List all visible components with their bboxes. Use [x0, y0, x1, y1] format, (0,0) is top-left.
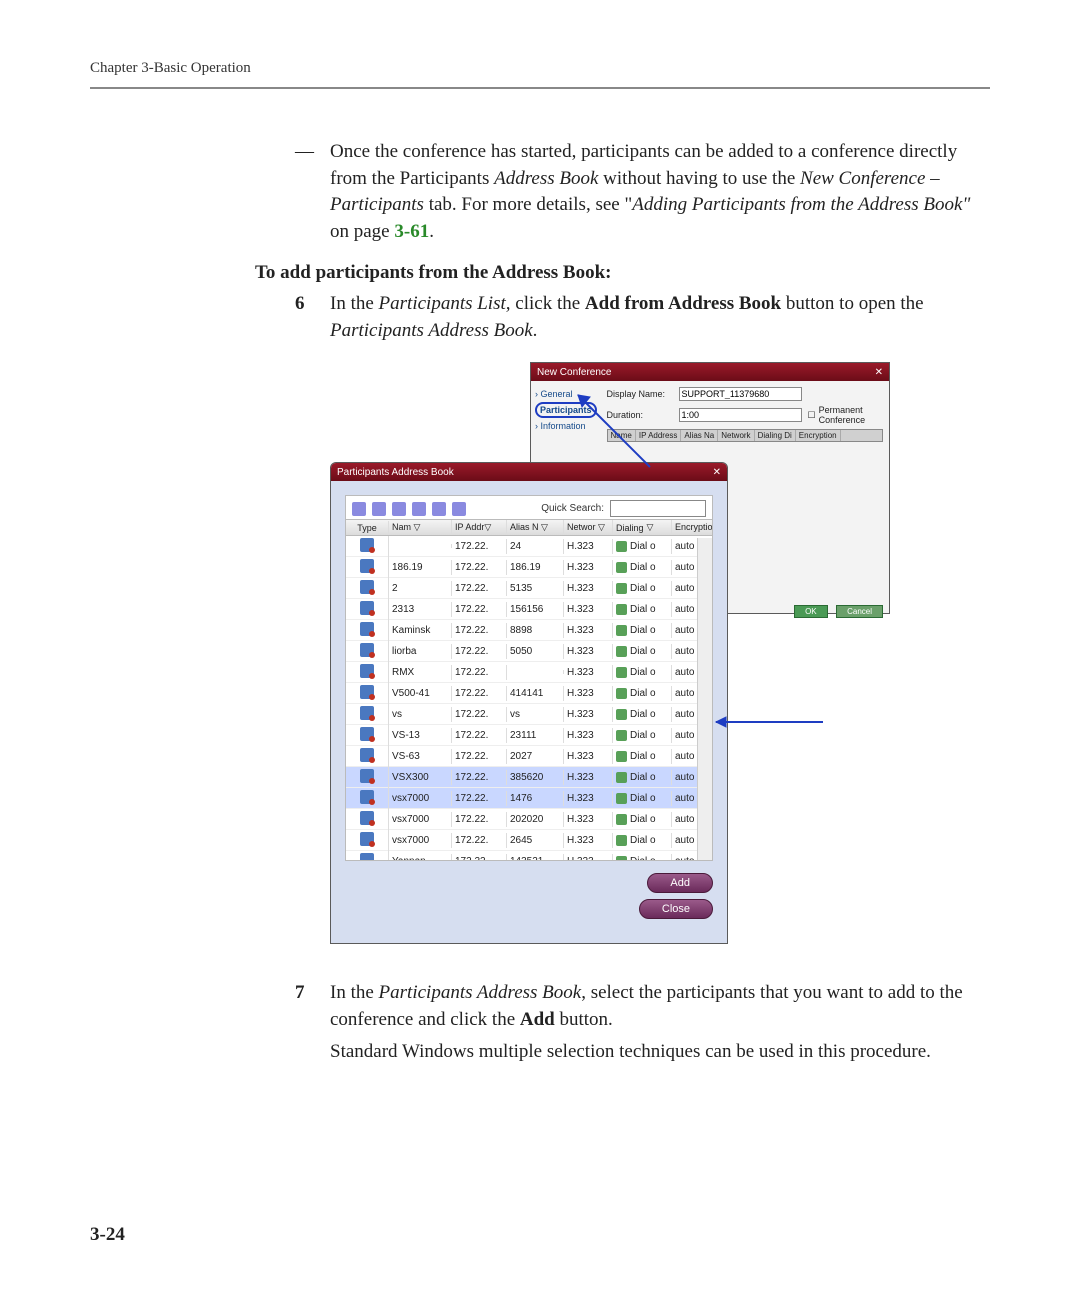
participant-icon — [360, 853, 374, 862]
participant-icon — [360, 769, 374, 783]
dial-icon — [616, 541, 627, 552]
dial-icon — [616, 835, 627, 846]
bullet-item: — Once the conference has started, parti… — [295, 139, 990, 245]
dial-icon — [616, 751, 627, 762]
close-icon[interactable]: ✕ — [713, 467, 721, 478]
toolbar-paste-icon[interactable] — [452, 502, 466, 516]
header-divider — [90, 87, 990, 89]
dial-icon — [616, 709, 627, 720]
screenshot-figure: New Conference ✕ › General Participants … — [330, 362, 890, 962]
permanent-checkbox[interactable]: ☐ — [808, 410, 816, 421]
table-row[interactable]: vsx7000172.22.202020H.323 Dial oauto — [346, 809, 712, 830]
dial-icon — [616, 688, 627, 699]
table-row[interactable]: VSX300172.22.385620H.323 Dial oauto — [346, 767, 712, 788]
dial-icon — [616, 625, 627, 636]
permanent-label: Permanent Conference — [819, 405, 883, 425]
nc-table-header: Name IP Address Alias Na Network Dialing… — [607, 429, 883, 442]
participant-icon — [360, 580, 374, 594]
step-number: 6 — [295, 291, 330, 344]
toolbar-copy-icon[interactable] — [432, 502, 446, 516]
nc-nav-information[interactable]: › Information — [535, 421, 597, 431]
participant-icon — [360, 538, 374, 552]
participant-icon — [360, 685, 374, 699]
step-7: 7 In the Participants Address Book, sele… — [295, 980, 990, 1066]
participant-icon — [360, 622, 374, 636]
participant-icon — [360, 559, 374, 573]
ab-title: Participants Address Book — [337, 467, 454, 478]
participant-icon — [360, 727, 374, 741]
table-row[interactable]: 172.22.24H.323 Dial oauto — [346, 536, 712, 557]
close-icon[interactable]: ✕ — [875, 367, 883, 378]
dash-mark: — — [295, 139, 330, 245]
ab-toolbar: Quick Search: — [345, 495, 713, 520]
display-name-label: Display Name: — [607, 389, 679, 399]
participant-icon — [360, 706, 374, 720]
dial-icon — [616, 562, 627, 573]
step-6: 6 In the Participants List, click the Ad… — [295, 291, 990, 344]
dial-icon — [616, 814, 627, 825]
nc-titlebar: New Conference ✕ — [531, 363, 889, 381]
dial-icon — [616, 730, 627, 741]
ok-button[interactable]: OK — [794, 605, 828, 618]
table-row[interactable]: RMX172.22.H.323 Dial oauto — [346, 662, 712, 683]
participant-icon — [360, 811, 374, 825]
table-row[interactable]: VS-63172.22.2027H.323 Dial oauto — [346, 746, 712, 767]
dial-icon — [616, 583, 627, 594]
table-row[interactable]: 186.19172.22.186.19H.323 Dial oauto — [346, 557, 712, 578]
table-row[interactable]: Yannan172.22.143521H.323 Dial oauto — [346, 851, 712, 861]
table-row[interactable]: liorba172.22.5050H.323 Dial oauto — [346, 641, 712, 662]
nc-nav-general[interactable]: › General — [535, 389, 597, 399]
nc-title: New Conference — [537, 367, 611, 378]
table-row[interactable]: 2313172.22.156156H.323 Dial oauto — [346, 599, 712, 620]
table-row[interactable]: VS-13172.22.23111H.323 Dial oauto — [346, 725, 712, 746]
dial-icon — [616, 646, 627, 657]
add-button[interactable]: Add — [647, 873, 713, 893]
sub-heading: To add participants from the Address Boo… — [255, 260, 990, 287]
step-text: In the Participants Address Book, select… — [330, 980, 990, 1066]
ab-titlebar: Participants Address Book ✕ — [331, 463, 727, 481]
page-link-3-61[interactable]: 3-61 — [394, 221, 429, 242]
cancel-button[interactable]: Cancel — [836, 605, 883, 618]
dial-icon — [616, 667, 627, 678]
address-book-dialog: Participants Address Book ✕ Quick Search… — [330, 462, 728, 944]
dial-icon — [616, 793, 627, 804]
toolbar-delete-icon[interactable] — [372, 502, 386, 516]
table-row[interactable]: V500-41172.22.414141H.323 Dial oauto — [346, 683, 712, 704]
table-row[interactable]: vs172.22.vsH.323 Dial oauto — [346, 704, 712, 725]
ab-table-header: Type Nam ▽ IP Addr▽ Alias N ▽ Networ ▽ D… — [346, 520, 712, 536]
table-row[interactable]: Kaminsk172.22.8898H.323 Dial oauto — [346, 620, 712, 641]
dial-icon — [616, 604, 627, 615]
nc-nav-participants[interactable]: Participants — [535, 402, 597, 418]
table-row[interactable]: 2172.22.5135H.323 Dial oauto — [346, 578, 712, 599]
duration-input[interactable] — [679, 408, 802, 422]
participant-icon — [360, 748, 374, 762]
scrollbar-vertical[interactable] — [697, 538, 712, 860]
toolbar-import-icon[interactable] — [392, 502, 406, 516]
duration-label: Duration: — [607, 410, 679, 420]
display-name-input[interactable] — [679, 387, 802, 401]
table-row[interactable]: vsx7000172.22.1476H.323 Dial oauto — [346, 788, 712, 809]
participant-icon — [360, 832, 374, 846]
close-button[interactable]: Close — [639, 899, 713, 919]
running-head: Chapter 3-Basic Operation — [90, 60, 990, 77]
participant-icon — [360, 790, 374, 804]
participant-icon — [360, 664, 374, 678]
quick-search-label: Quick Search: — [541, 503, 604, 514]
dial-icon — [616, 856, 627, 862]
table-row[interactable]: vsx7000172.22.2645H.323 Dial oauto — [346, 830, 712, 851]
step-number: 7 — [295, 980, 330, 1066]
toolbar-new-icon[interactable] — [352, 502, 366, 516]
dial-icon — [616, 772, 627, 783]
bullet-text: Once the conference has started, partici… — [330, 139, 990, 245]
participant-icon — [360, 643, 374, 657]
step-text: In the Participants List, click the Add … — [330, 291, 990, 344]
ab-table: Type Nam ▽ IP Addr▽ Alias N ▽ Networ ▽ D… — [345, 520, 713, 861]
page-number: 3-24 — [90, 1224, 125, 1246]
participant-icon — [360, 601, 374, 615]
toolbar-export-icon[interactable] — [412, 502, 426, 516]
quick-search-input[interactable] — [610, 500, 706, 517]
